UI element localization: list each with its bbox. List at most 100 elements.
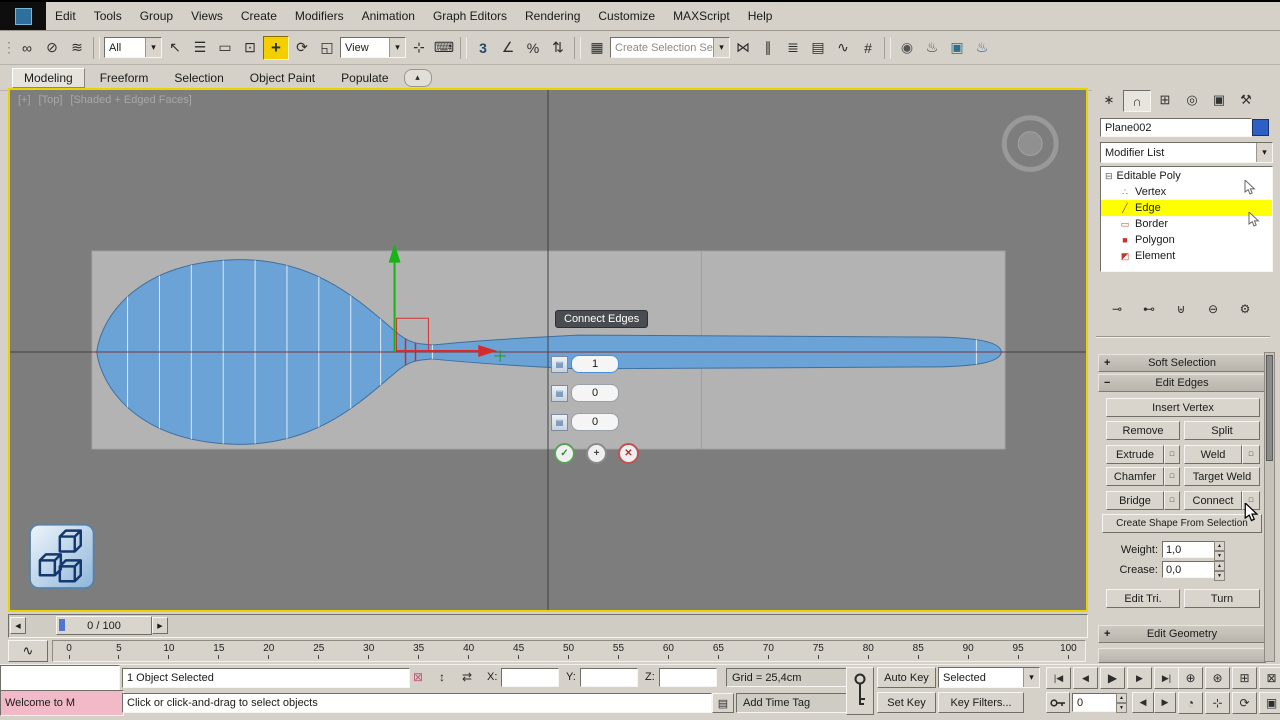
hierarchy-tab-icon[interactable]: ⊞ [1152,90,1178,110]
previous-frame-icon[interactable]: ◀ [1073,667,1098,689]
material-editor-icon[interactable]: ◉ [895,37,919,59]
absolute-mode-icon[interactable]: ↕ [432,668,452,686]
rollout-edit-edges[interactable]: − Edit Edges [1098,374,1266,392]
tab-populate[interactable]: Populate [330,69,399,87]
chevron-down-icon[interactable]: ▾ [145,38,161,57]
tab-selection[interactable]: Selection [163,69,234,87]
spinner-down-icon[interactable]: ▼ [1214,551,1225,561]
rendered-frame-window-icon[interactable]: ▣ [945,37,969,59]
caddy-ok-icon[interactable]: ✓ [554,443,575,464]
spinner-snap-icon[interactable]: ⇅ [546,37,570,59]
select-and-move-icon[interactable]: + [263,35,289,60]
named-selection-set-combobox[interactable]: Create Selection Se ▾ [610,37,730,58]
rectangular-selection-region-icon[interactable]: ▭ [213,37,237,59]
viewport-shading-menu[interactable]: [Shaded + Edged Faces] [70,94,191,106]
maxscript-listener-pink[interactable]: Welcome to M [0,690,124,716]
edit-named-selection-sets-icon[interactable]: ▦ [585,37,609,59]
motion-tab-icon[interactable]: ◎ [1179,90,1205,110]
render-production-icon[interactable]: ♨ [970,37,994,59]
frame-spinner[interactable]: ▲ ▼ [1116,693,1127,713]
menu-edit[interactable]: Edit [46,2,85,30]
bridge-settings-icon[interactable]: □ [1164,491,1180,510]
split-button[interactable]: Split [1184,421,1260,440]
set-key-button[interactable]: Set Key [877,692,936,713]
schematic-view-icon[interactable]: # [856,37,880,59]
modify-tab-icon[interactable]: ∩ [1123,90,1151,112]
insert-vertex-button[interactable]: Insert Vertex [1106,398,1260,417]
scrollbar-thumb[interactable] [1266,355,1273,461]
caddy-cancel-icon[interactable]: ✕ [618,443,639,464]
toolbar-grip[interactable]: ⋮ [2,37,16,59]
next-key-icon[interactable]: ▶ [1154,692,1176,713]
play-icon[interactable]: ▶ [1100,667,1125,689]
weld-button[interactable]: Weld [1184,445,1242,464]
edit-tri-button[interactable]: Edit Tri. [1106,589,1180,608]
object-color-swatch[interactable] [1252,119,1269,136]
turn-button[interactable]: Turn [1184,589,1260,608]
x-coordinate-field[interactable] [501,668,559,687]
menu-animation[interactable]: Animation [353,2,424,30]
menu-maxscript[interactable]: MAXScript [664,2,739,30]
stack-item-element[interactable]: ◩ Element [1101,248,1272,264]
auto-key-button[interactable]: Auto Key [877,667,936,688]
bind-to-space-warp-icon[interactable]: ≋ [65,37,89,59]
menu-tools[interactable]: Tools [85,2,131,30]
unlink-selection-icon[interactable]: ⊘ [40,37,64,59]
viewport-pov-menu[interactable]: [Top] [39,94,63,106]
remove-button[interactable]: Remove [1106,421,1180,440]
render-setup-icon[interactable]: ♨ [920,37,944,59]
key-mode-toggle-button[interactable] [1046,692,1070,713]
tab-modeling[interactable]: Modeling [12,67,85,88]
reference-coordinate-dropdown[interactable]: View ▾ [340,37,406,58]
display-tab-icon[interactable]: ▣ [1206,90,1232,110]
extrude-settings-icon[interactable]: □ [1164,445,1180,464]
spinner-up-icon[interactable]: ▲ [1116,693,1127,703]
configure-modifier-sets-icon[interactable]: ⚙ [1234,300,1256,318]
create-shape-button[interactable]: Create Shape From Selection [1102,514,1262,533]
pin-stack-icon[interactable]: ⊸ [1106,300,1128,318]
rollout-partial[interactable] [1098,648,1266,663]
maximize-viewport-icon[interactable]: ▣ [1259,692,1280,714]
add-time-tag-field[interactable]: Add Time Tag [736,693,854,713]
crease-spinner[interactable]: ▲ ▼ [1214,561,1225,581]
weld-settings-icon[interactable]: □ [1242,445,1260,464]
panel-scrollbar[interactable] [1264,352,1275,662]
menu-group[interactable]: Group [131,2,182,30]
viewcube[interactable] [1001,115,1059,172]
chevron-down-icon[interactable]: ▾ [1256,143,1272,162]
current-frame-field[interactable]: 0 [1072,693,1120,712]
frame-ruler[interactable]: 0 5 10 15 20 25 30 35 40 45 50 55 60 65 … [52,640,1086,662]
use-pivot-center-icon[interactable]: ⊹ [407,37,431,59]
chamfer-settings-icon[interactable]: □ [1164,467,1180,486]
graphite-ribbon-icon[interactable]: ▤ [806,37,830,59]
chevron-down-icon[interactable]: ▾ [389,38,405,57]
menu-rendering[interactable]: Rendering [516,2,589,30]
remove-modifier-icon[interactable]: ⊖ [1202,300,1224,318]
stack-item-border[interactable]: ▭ Border [1101,216,1272,232]
make-unique-icon[interactable]: ⊎ [1170,300,1192,318]
orbit-icon[interactable]: ⟳ [1232,692,1257,714]
spinner-up-icon[interactable]: ▲ [1214,541,1225,551]
tab-freeform[interactable]: Freeform [89,69,160,87]
object-name-field[interactable]: Plane002 [1100,118,1252,137]
window-crossing-icon[interactable]: ⊡ [238,37,262,59]
key-filters-button[interactable]: Key Filters... [938,692,1024,713]
stack-item-polygon[interactable]: ■ Polygon [1101,232,1272,248]
angle-snap-icon[interactable]: ∠ [496,37,520,59]
menu-modifiers[interactable]: Modifiers [286,2,353,30]
previous-key-icon[interactable]: ◀ [1132,692,1154,713]
percent-snap-icon[interactable]: % [521,37,545,59]
keyboard-shortcut-override-icon[interactable]: ⌨ [432,37,456,59]
slide-field[interactable]: 0 [571,413,619,431]
spinner-down-icon[interactable]: ▼ [1116,703,1127,713]
caddy-apply-icon[interactable]: + [586,443,607,464]
zoom-extents-icon[interactable]: ⊞ [1232,667,1257,689]
rollout-soft-selection[interactable]: + Soft Selection [1098,354,1266,372]
menu-views[interactable]: Views [182,2,232,30]
rollout-edit-geometry[interactable]: + Edit Geometry [1098,625,1266,643]
zoom-all-icon[interactable]: ⊛ [1205,667,1230,689]
snap-toggle-icon[interactable]: 3 [471,37,495,59]
create-tab-icon[interactable]: ∗ [1096,90,1122,110]
crease-field[interactable]: 0,0 [1162,561,1218,578]
maxscript-listener-white[interactable] [0,665,120,691]
